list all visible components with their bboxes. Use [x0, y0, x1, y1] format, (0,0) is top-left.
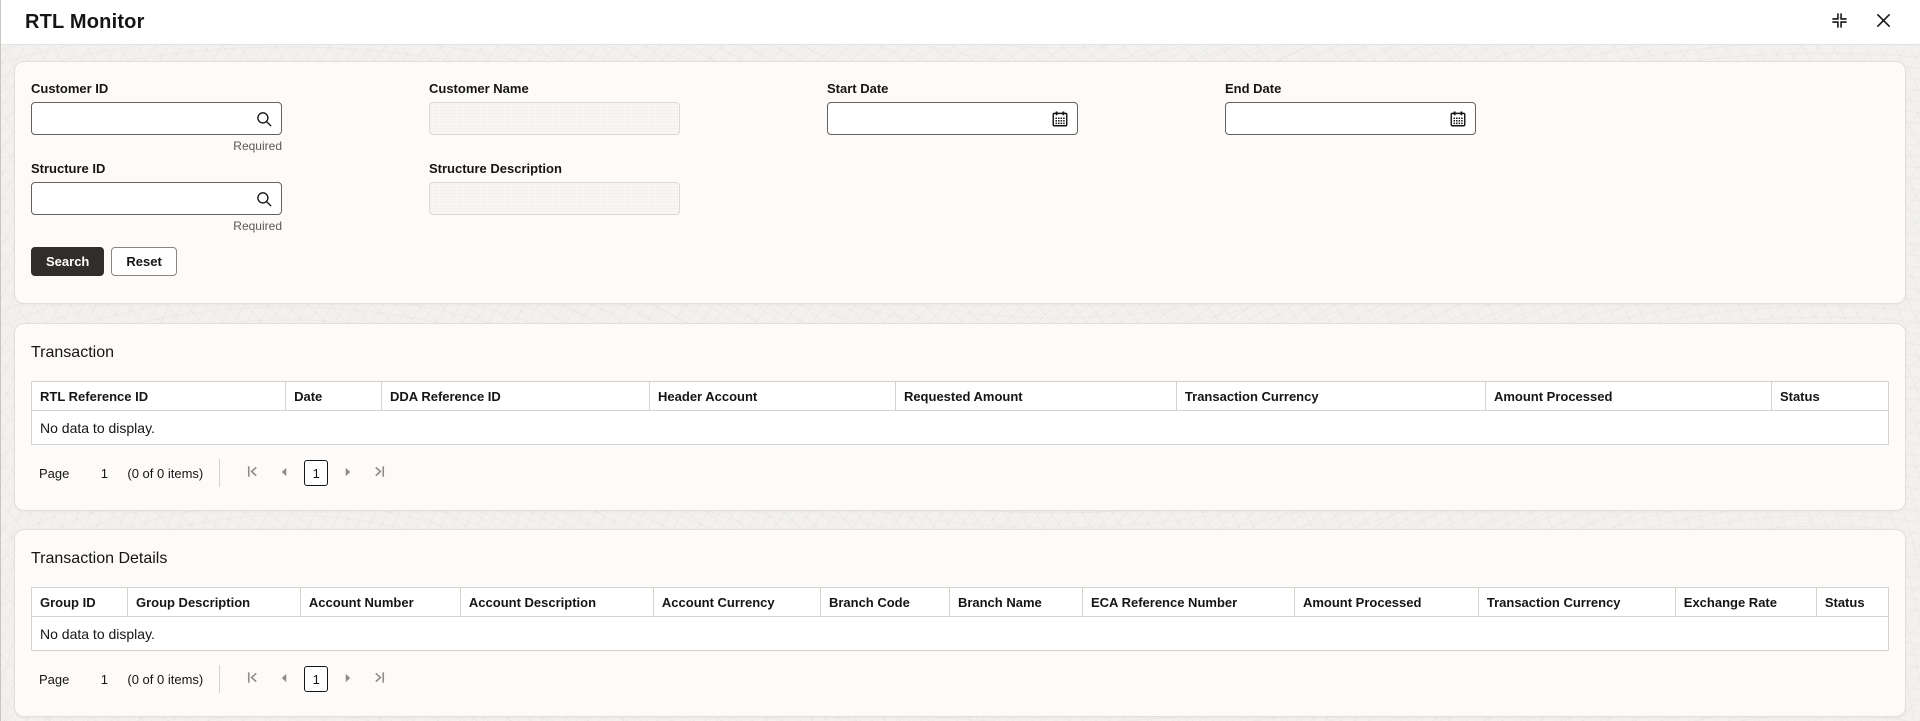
customer-id-label: Customer ID [31, 81, 109, 96]
column-header-branch-code[interactable]: Branch Code [821, 588, 950, 616]
last-page-button[interactable] [372, 670, 387, 688]
transaction-details-table-header: Group ID Group Description Account Numbe… [32, 588, 1888, 617]
column-header-branch-name[interactable]: Branch Name [950, 588, 1083, 616]
transaction-details-section: Transaction Details Group ID Group Descr… [14, 529, 1906, 717]
transaction-details-title: Transaction Details [31, 550, 168, 567]
column-header-rtl-reference-id[interactable]: RTL Reference ID [32, 382, 287, 410]
column-header-account-number[interactable]: Account Number [301, 588, 461, 616]
page-label: Page [39, 465, 70, 481]
structure-id-input[interactable] [31, 182, 282, 215]
filter-actions: Search Reset [31, 247, 1889, 276]
search-icon[interactable] [255, 190, 273, 208]
pagination-divider [219, 459, 221, 487]
filter-form: Customer ID Required Customer Name Start… [31, 81, 1889, 233]
column-header-requested-amount[interactable]: Requested Amount [896, 382, 1177, 410]
next-page-button[interactable] [342, 466, 354, 481]
column-header-eca-reference-number[interactable]: ECA Reference Number [1083, 588, 1295, 616]
first-page-button[interactable] [245, 464, 260, 482]
page-number-input[interactable]: 1 [97, 672, 111, 687]
search-button[interactable]: Search [31, 247, 105, 276]
field-customer-name: Customer Name [429, 81, 680, 153]
next-page-icon [342, 672, 354, 687]
last-page-icon [372, 464, 387, 482]
next-page-icon [342, 466, 354, 481]
pagination-divider [219, 665, 221, 693]
transaction-details-pagination: Page 1 (0 of 0 items) 1 [31, 664, 1889, 694]
prev-page-icon [278, 672, 290, 687]
column-header-group-id[interactable]: Group ID [32, 588, 128, 616]
transaction-table-header: RTL Reference ID Date DDA Reference ID H… [32, 382, 1888, 411]
customer-id-input[interactable] [31, 102, 282, 135]
column-header-account-description[interactable]: Account Description [461, 588, 654, 616]
current-page-box[interactable]: 1 [304, 666, 329, 692]
transaction-details-table: Group ID Group Description Account Numbe… [31, 587, 1889, 651]
close-button[interactable] [1873, 10, 1894, 34]
column-header-group-description[interactable]: Group Description [128, 588, 301, 616]
next-page-button[interactable] [342, 672, 354, 687]
page-label: Page [39, 671, 70, 687]
window-controls [1828, 9, 1894, 35]
transaction-title: Transaction [31, 344, 114, 361]
page-title: RTL Monitor [25, 10, 145, 33]
last-page-button[interactable] [372, 464, 387, 482]
items-count: (0 of 0 items) [127, 671, 204, 687]
column-header-account-currency[interactable]: Account Currency [654, 588, 821, 616]
transaction-table: RTL Reference ID Date DDA Reference ID H… [31, 381, 1889, 445]
field-structure-id: Structure ID Required [31, 161, 282, 233]
empty-state-text: No data to display. [40, 419, 155, 436]
prev-page-button[interactable] [278, 466, 290, 481]
calendar-icon[interactable] [1051, 110, 1069, 128]
items-count: (0 of 0 items) [127, 465, 204, 481]
window-header: RTL Monitor [1, 0, 1920, 45]
start-date-label: Start Date [827, 81, 889, 96]
column-header-dda-reference-id[interactable]: DDA Reference ID [382, 382, 651, 410]
customer-name-input [429, 102, 680, 135]
start-date-input[interactable] [827, 102, 1078, 135]
column-header-status[interactable]: Status [1817, 588, 1888, 616]
collapse-button[interactable] [1828, 9, 1851, 35]
required-hint: Required [233, 139, 282, 153]
column-header-status[interactable]: Status [1772, 382, 1888, 410]
structure-description-input [429, 182, 680, 215]
current-page-box[interactable]: 1 [304, 460, 329, 486]
column-header-header-account[interactable]: Header Account [650, 382, 896, 410]
field-structure-description: Structure Description [429, 161, 680, 233]
page-number-input[interactable]: 1 [97, 466, 111, 481]
field-customer-id: Customer ID Required [31, 81, 282, 153]
column-header-transaction-currency[interactable]: Transaction Currency [1177, 382, 1486, 410]
prev-page-button[interactable] [278, 672, 290, 687]
field-end-date: End Date [1225, 81, 1476, 153]
prev-page-icon [278, 466, 290, 481]
required-hint: Required [233, 219, 282, 233]
column-header-transaction-currency[interactable]: Transaction Currency [1479, 588, 1676, 616]
close-icon [1875, 12, 1892, 32]
reset-button[interactable]: Reset [111, 247, 177, 276]
filter-card: Customer ID Required Customer Name Start… [14, 61, 1906, 304]
first-page-button[interactable] [245, 670, 260, 688]
first-page-icon [245, 464, 260, 482]
rtl-monitor-window: RTL Monitor Customer ID Required Custome… [0, 0, 1920, 721]
search-icon[interactable] [255, 110, 273, 128]
first-page-icon [245, 670, 260, 688]
column-header-date[interactable]: Date [286, 382, 383, 410]
end-date-label: End Date [1225, 81, 1282, 96]
calendar-icon[interactable] [1449, 110, 1467, 128]
last-page-icon [372, 670, 387, 688]
structure-id-label: Structure ID [31, 161, 106, 176]
column-header-amount-processed[interactable]: Amount Processed [1295, 588, 1479, 616]
column-header-amount-processed[interactable]: Amount Processed [1486, 382, 1772, 410]
end-date-input[interactable] [1225, 102, 1476, 135]
field-start-date: Start Date [827, 81, 1078, 153]
column-header-exchange-rate[interactable]: Exchange Rate [1676, 588, 1817, 616]
empty-state-text: No data to display. [40, 625, 155, 642]
content-area: Customer ID Required Customer Name Start… [1, 45, 1920, 717]
collapse-icon [1830, 11, 1849, 33]
transaction-pagination: Page 1 (0 of 0 items) 1 [31, 458, 1889, 488]
customer-name-label: Customer Name [429, 81, 529, 96]
structure-description-label: Structure Description [429, 161, 562, 176]
transaction-section: Transaction RTL Reference ID Date DDA Re… [14, 323, 1906, 511]
